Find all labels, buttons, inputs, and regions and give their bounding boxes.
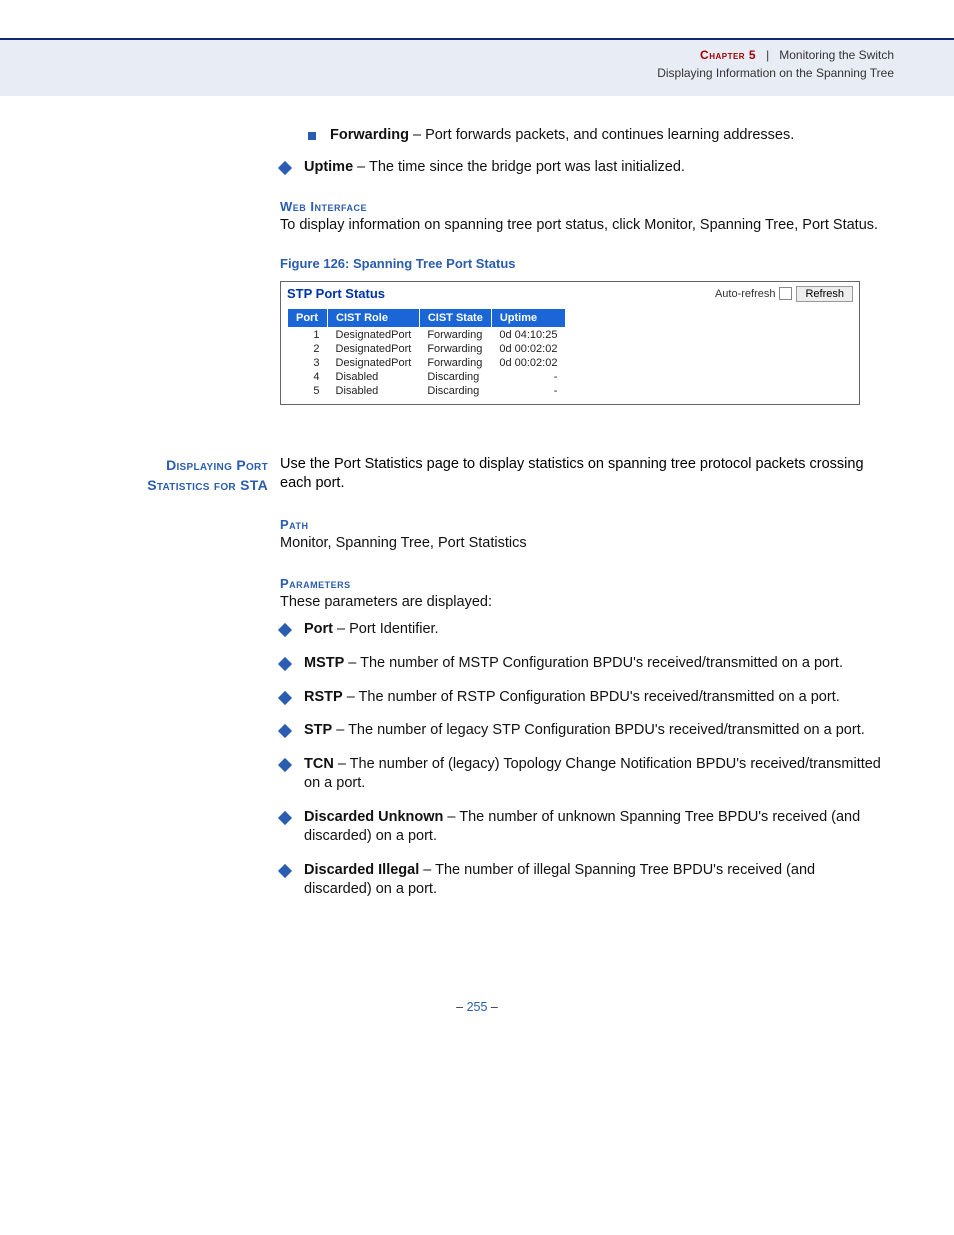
text-parameters: These parameters are displayed: [280, 593, 884, 613]
auto-refresh-checkbox[interactable] [779, 287, 792, 300]
list-item: Port – Port Identifier. [280, 620, 884, 640]
table-row: 3 DesignatedPort Forwarding 0d 00:02:02 [288, 356, 566, 370]
square-bullet-icon [308, 132, 316, 140]
table-row: 2 DesignatedPort Forwarding 0d 00:02:02 [288, 342, 566, 356]
term-forwarding: Forwarding [330, 127, 409, 143]
auto-refresh-label: Auto-refresh [715, 288, 776, 300]
heading-path: Path [280, 517, 884, 532]
diamond-bullet-icon [278, 160, 292, 174]
diamond-bullet-icon [278, 657, 292, 671]
col-port: Port [288, 308, 328, 327]
diamond-bullet-icon [278, 690, 292, 704]
header-title: Monitoring the Switch [779, 48, 894, 62]
term-uptime: Uptime [304, 159, 353, 175]
col-state: CIST State [419, 308, 491, 327]
page-header: Chapter 5 | Monitoring the Switch Displa… [0, 40, 954, 96]
desc-forwarding: – Port forwards packets, and continues l… [409, 127, 794, 143]
refresh-button[interactable]: Refresh [796, 286, 853, 302]
diamond-bullet-icon [278, 623, 292, 637]
table-row: 5 Disabled Discarding - [288, 384, 566, 398]
heading-parameters: Parameters [280, 576, 884, 591]
figure-title: STP Port Status [287, 286, 385, 301]
list-item: Discarded Illegal – The number of illega… [280, 861, 884, 900]
chapter-label: Chapter 5 [700, 48, 756, 62]
table-header-row: Port CIST Role CIST State Uptime [288, 308, 566, 327]
col-uptime: Uptime [491, 308, 565, 327]
list-item: STP – The number of legacy STP Configura… [280, 721, 884, 741]
list-item: TCN – The number of (legacy) Topology Ch… [280, 755, 884, 794]
text-web-interface: To display information on spanning tree … [280, 216, 884, 236]
section-intro: Use the Port Statistics page to display … [280, 455, 884, 496]
text-path: Monitor, Spanning Tree, Port Statistics [280, 534, 884, 554]
diamond-bullet-icon [278, 724, 292, 738]
list-item: RSTP – The number of RSTP Configuration … [280, 688, 884, 708]
figure-screenshot: STP Port Status Auto-refresh Refresh Por… [280, 281, 860, 405]
heading-web-interface: Web Interface [280, 199, 884, 214]
diamond-bullet-icon [278, 864, 292, 878]
figure-label: Figure 126: Spanning Tree Port Status [280, 256, 884, 271]
list-item: Forwarding – Port forwards packets, and … [308, 126, 884, 146]
table-row: 4 Disabled Discarding - [288, 370, 566, 384]
page-footer: – 255 – [70, 1000, 884, 1014]
diamond-bullet-icon [278, 758, 292, 772]
header-sep: | [759, 48, 775, 62]
desc-uptime: – The time since the bridge port was las… [353, 159, 685, 175]
diamond-bullet-icon [278, 811, 292, 825]
col-role: CIST Role [328, 308, 420, 327]
header-subtitle: Displaying Information on the Spanning T… [0, 64, 894, 82]
section-side-heading: Displaying Port Statistics for STA [70, 455, 280, 496]
list-item: MSTP – The number of MSTP Configuration … [280, 654, 884, 674]
table-row: 1 DesignatedPort Forwarding 0d 04:10:25 [288, 327, 566, 342]
list-item: Discarded Unknown – The number of unknow… [280, 808, 884, 847]
list-item: Uptime – The time since the bridge port … [280, 158, 884, 178]
stp-table: Port CIST Role CIST State Uptime 1 Desig… [287, 308, 566, 398]
page-number: 255 [467, 1000, 488, 1014]
